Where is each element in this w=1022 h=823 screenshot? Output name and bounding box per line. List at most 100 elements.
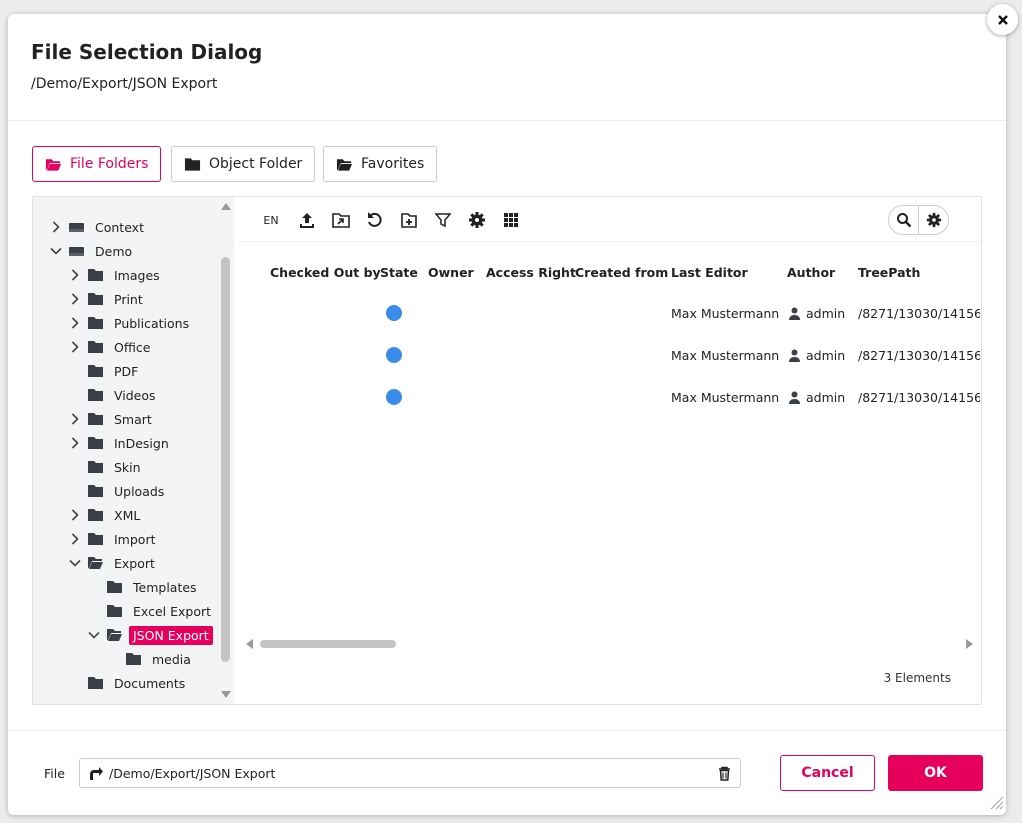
chevron-right-icon[interactable] (68, 532, 82, 546)
tab-object-folder[interactable]: Object Folder (171, 146, 316, 182)
chevron-down-icon[interactable] (49, 244, 63, 258)
tree-item-excel-export[interactable]: Excel Export (87, 600, 215, 622)
settings-icon[interactable] (918, 206, 948, 234)
tab-object-folder-label: Object Folder (209, 156, 303, 172)
tree-item-skin[interactable]: Skin (68, 456, 145, 478)
scroll-down-arrow[interactable] (221, 691, 231, 698)
author-name: admin (806, 306, 846, 321)
tree-item-label: Export (114, 555, 155, 571)
chevron-down-icon[interactable] (68, 556, 82, 570)
tree-item-label: Images (114, 267, 160, 283)
settings-icon[interactable] (466, 209, 488, 231)
column-header-last-editor[interactable]: Last Editor (671, 265, 748, 280)
tree-item-json-export[interactable]: JSON Export (87, 624, 213, 646)
column-header-state[interactable]: State (380, 265, 418, 280)
folder-icon (87, 388, 104, 402)
tab-favorites[interactable]: Favorites (323, 146, 438, 182)
scroll-up-arrow[interactable] (221, 203, 231, 210)
chevron-right-icon[interactable] (68, 268, 82, 282)
chevron-right-icon[interactable] (49, 220, 63, 234)
grid-horizontal-scrollbar[interactable] (238, 635, 981, 651)
tree-item-xml[interactable]: XML (68, 504, 144, 526)
search-icon[interactable] (889, 206, 918, 234)
tab-file-folders-label: File Folders (70, 156, 149, 172)
cell-author: admin (788, 390, 845, 405)
tree-item-office[interactable]: Office (68, 336, 155, 358)
folder-icon (106, 580, 123, 594)
cell-treepath: /8271/13030/14156/14 (858, 306, 980, 321)
scroll-right-arrow[interactable] (966, 639, 973, 649)
language-toggle[interactable]: EN (260, 209, 282, 231)
user-icon (788, 307, 801, 320)
folder-icon (87, 412, 104, 426)
tab-file-folders[interactable]: File Folders (32, 146, 162, 182)
column-header-author[interactable]: Author (787, 265, 835, 280)
dialog-path: /Demo/Export/JSON Export (31, 76, 218, 92)
tree-item-label: media (152, 651, 191, 667)
chevron-down-icon[interactable] (87, 628, 101, 642)
chevron-right-icon[interactable] (68, 412, 82, 426)
tree-item-uploads[interactable]: Uploads (68, 480, 168, 502)
column-header-treepath[interactable]: TreePath (858, 265, 920, 280)
chevron-right-icon[interactable] (68, 292, 82, 306)
folder-move-icon[interactable] (330, 209, 352, 231)
tree-scrollbar[interactable] (218, 197, 234, 704)
column-header-created-from[interactable]: Created from (575, 265, 668, 280)
close-button[interactable] (987, 4, 1018, 35)
cell-last-editor: Max Mustermann (671, 306, 780, 321)
tree-item-context[interactable]: Context (49, 216, 148, 238)
new-file-icon[interactable] (398, 209, 420, 231)
column-header-access-right[interactable]: Access Right (486, 265, 576, 280)
tree-item-images[interactable]: Images (68, 264, 164, 286)
grid-view-icon[interactable] (500, 209, 522, 231)
cell-treepath: /8271/13030/14156/14 (858, 348, 980, 363)
grid-toolbar: EN (238, 205, 981, 235)
tree-item-print[interactable]: Print (68, 288, 147, 310)
trash-icon[interactable] (717, 766, 732, 781)
refresh-icon[interactable] (364, 209, 386, 231)
column-header-owner[interactable]: Owner (428, 265, 474, 280)
tree-item-label: Context (95, 219, 144, 235)
tree-item-demo[interactable]: Demo (49, 240, 136, 262)
scroll-left-arrow[interactable] (246, 639, 253, 649)
tree-item-import[interactable]: Import (68, 528, 160, 550)
tree-scroll-thumb[interactable] (221, 257, 230, 662)
chevron-right-icon[interactable] (68, 316, 82, 330)
resize-grip-icon[interactable] (988, 794, 1004, 810)
author-name: admin (806, 348, 846, 363)
cell-author: admin (788, 348, 845, 363)
tree-item-smart[interactable]: Smart (68, 408, 156, 430)
tree-item-label: Smart (114, 411, 152, 427)
file-path-field[interactable]: /Demo/Export/JSON Export (79, 758, 741, 788)
tree-item-pdf[interactable]: PDF (68, 360, 142, 382)
upload-icon[interactable] (296, 209, 318, 231)
tree-item-documents[interactable]: Documents (68, 672, 189, 694)
chevron-right-icon[interactable] (68, 508, 82, 522)
tree-item-label: Documents (114, 675, 186, 691)
state-indicator (386, 389, 402, 405)
chevron-right-icon[interactable] (68, 340, 82, 354)
chevron-right-icon[interactable] (68, 436, 82, 450)
tree-item-export[interactable]: Export (68, 552, 159, 574)
tree-item-indesign[interactable]: InDesign (68, 432, 173, 454)
folder-icon (106, 604, 123, 618)
tree-item-videos[interactable]: Videos (68, 384, 160, 406)
folder-tree: Context Demo Images Print Publications Office… (33, 197, 218, 704)
cell-treepath: /8271/13030/14156/14 (858, 390, 980, 405)
tree-item-publications[interactable]: Publications (68, 312, 193, 334)
tree-item-label: XML (114, 507, 141, 523)
tree-item-templates[interactable]: Templates (87, 576, 201, 598)
ok-button[interactable]: OK (888, 755, 983, 791)
cancel-button[interactable]: Cancel (780, 755, 875, 791)
column-header-checked-out-by[interactable]: Checked Out by (270, 265, 381, 280)
filter-icon[interactable] (432, 209, 454, 231)
browser-panel: Context Demo Images Print Publications Office… (32, 196, 982, 705)
tree-item-media[interactable]: media (106, 648, 195, 670)
cell-last-editor: Max Mustermann (671, 390, 780, 405)
tab-favorites-label: Favorites (361, 156, 425, 172)
grid-scroll-thumb[interactable] (260, 640, 396, 648)
